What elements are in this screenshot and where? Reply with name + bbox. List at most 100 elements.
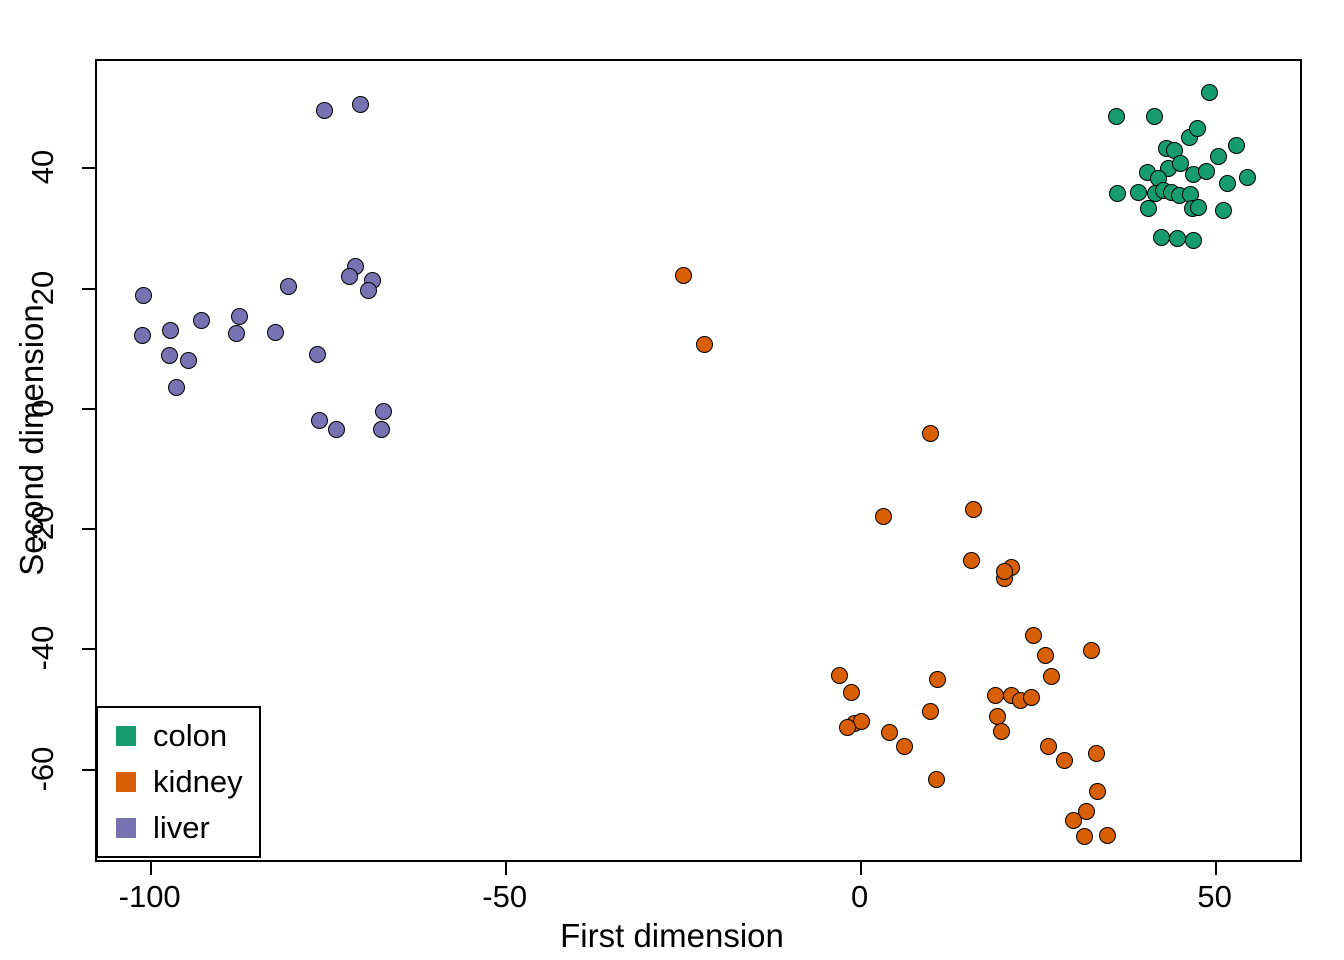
data-point-kidney [1043,667,1061,685]
legend-swatch-colon [116,726,136,746]
data-point-kidney [838,718,856,736]
y-tick-mark [82,648,95,651]
data-points-layer [97,61,1300,860]
data-point-colon [1218,174,1236,192]
y-tick-mark [82,167,95,170]
data-point-kidney [1024,626,1042,644]
legend-item-kidney[interactable]: kidney [116,762,243,802]
legend-label-liver: liver [153,810,210,845]
data-point-colon [1169,229,1187,247]
data-point-kidney [875,507,893,525]
data-point-colon [1189,119,1206,137]
data-point-liver [341,267,359,285]
data-point-kidney [1037,646,1055,664]
data-point-kidney [1088,745,1106,763]
data-point-liver [328,421,346,439]
data-point-liver [230,308,248,326]
data-point-liver [351,96,369,114]
data-point-kidney [1083,641,1101,659]
data-point-liver [311,411,329,429]
x-tick-mark [504,862,507,875]
legend-item-colon[interactable]: colon [116,716,227,756]
data-point-liver [192,312,210,330]
data-point-kidney [928,771,946,789]
data-point-kidney [987,687,1005,705]
legend-label-kidney: kidney [153,764,243,799]
data-point-liver [280,278,298,296]
data-point-kidney [696,336,714,354]
x-tick-label: 50 [1197,879,1232,914]
scatter-plot-figure: -100 -50 0 50 -60 -40 -20 0 20 40 First dimensio… [0,0,1344,960]
data-point-kidney [929,670,947,688]
data-point-liver [309,346,327,364]
data-point-liver [267,324,285,342]
x-tick-mark [149,862,152,875]
data-point-liver [135,287,153,305]
y-axis-title-wrap: Second dimension [0,304,232,576]
data-point-kidney [995,562,1013,580]
legend-swatch-kidney [116,772,136,792]
data-point-liver [372,420,390,438]
y-tick-label: 40 [25,150,60,185]
data-point-colon [1146,108,1164,126]
data-point-colon [1108,107,1126,125]
y-tick-mark [82,768,95,771]
data-point-liver [133,327,151,345]
x-tick-mark [1214,862,1217,875]
data-point-colon [1198,163,1216,181]
data-point-colon [1238,169,1256,187]
data-point-kidney [993,723,1011,741]
data-point-kidney [963,551,981,569]
data-point-kidney [1065,811,1083,829]
legend-label-colon: colon [153,718,228,753]
data-point-kidney [1055,752,1073,770]
data-point-kidney [896,738,914,756]
legend-item-liver[interactable]: liver [116,808,210,848]
x-tick-label: -50 [482,879,528,914]
data-point-kidney [674,267,692,285]
x-tick-mark [859,862,862,875]
data-point-liver [162,321,180,339]
data-point-colon [1152,229,1170,247]
data-point-kidney [922,425,940,443]
x-axis-title: First dimension [560,917,784,954]
data-point-colon [1228,137,1246,155]
data-point-kidney [965,500,983,518]
data-point-colon [1108,185,1126,203]
y-tick-mark [82,407,95,410]
data-point-colon [1214,201,1232,219]
legend-swatch-liver [116,818,136,838]
data-point-kidney [1039,738,1057,756]
data-point-kidney [842,684,860,702]
data-point-kidney [1022,688,1040,706]
plot-area [95,59,1302,862]
data-point-colon [1185,232,1203,250]
data-point-colon [1201,83,1219,101]
data-point-colon [1130,183,1148,201]
y-tick-label: -60 [25,746,60,792]
data-point-liver [168,379,186,397]
legend: colon kidney liver [96,706,261,858]
data-point-liver [228,324,246,342]
x-tick-label: -100 [118,879,181,914]
data-point-kidney [880,724,898,742]
data-point-kidney [1088,783,1106,801]
data-point-liver [180,352,198,370]
y-axis-title: Second dimension [13,304,50,576]
y-tick-label-wrap: -60 [8,746,78,791]
data-point-liver [375,403,393,421]
y-tick-mark [82,528,95,531]
data-point-colon [1210,147,1228,165]
y-tick-label-wrap: 40 [8,149,78,185]
data-point-liver [316,101,334,119]
data-point-colon [1140,200,1157,218]
data-point-kidney [1098,826,1116,844]
y-tick-mark [82,287,95,290]
x-tick-label: 0 [851,879,869,914]
data-point-colon [1189,199,1207,217]
data-point-liver [160,347,178,365]
data-point-liver [359,282,377,300]
data-point-kidney [831,667,849,685]
data-point-kidney [1076,828,1094,846]
data-point-kidney [922,703,940,721]
